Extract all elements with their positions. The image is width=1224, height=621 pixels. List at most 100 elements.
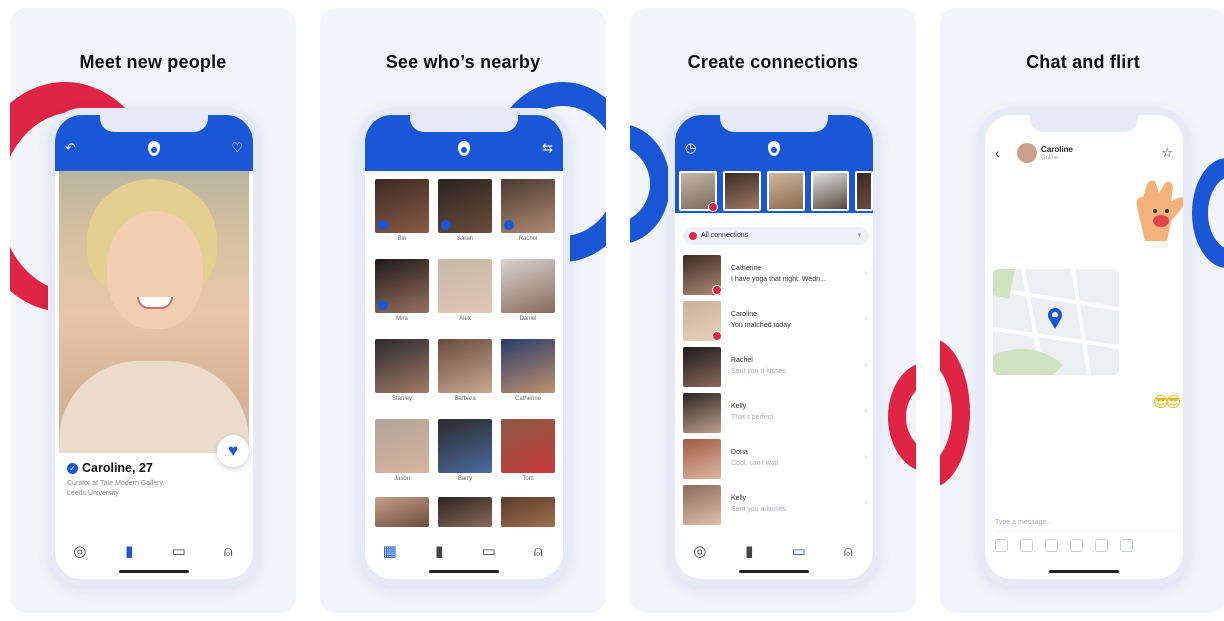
connection-row[interactable]: Dona Cool, can't wait › <box>683 439 873 483</box>
gif-icon[interactable] <box>1045 539 1058 552</box>
connection-row[interactable]: Kelly Sent you a kisses › <box>683 485 873 529</box>
nav-discover-icon[interactable]: ◎ <box>687 541 713 563</box>
chevron-right-icon: › <box>864 452 867 461</box>
connection-name: Catherine <box>731 265 762 272</box>
nearby-item[interactable]: Rachel <box>501 179 555 244</box>
nearby-item[interactable]: Barry <box>438 419 492 484</box>
chevron-right-icon: › <box>864 498 867 507</box>
location-icon[interactable] <box>1095 539 1108 552</box>
nearby-name: Bin <box>397 236 407 242</box>
gift-icon[interactable] <box>1070 539 1083 552</box>
nearby-photo <box>438 419 492 473</box>
like-button[interactable]: ♥ <box>217 435 249 467</box>
online-badge-icon <box>441 220 451 230</box>
nav-nearby-icon[interactable]: ▦ <box>377 541 403 563</box>
nearby-item[interactable]: Barbara <box>438 339 492 404</box>
panel-title: Create connections <box>687 52 859 72</box>
nearby-item[interactable] <box>501 497 555 527</box>
nearby-photo <box>375 259 429 313</box>
connections-filter[interactable]: All connections ▾ <box>683 227 869 245</box>
location-map[interactable] <box>993 269 1119 375</box>
history-icon[interactable]: ◷ <box>685 141 696 155</box>
logo-drop-icon <box>768 141 780 156</box>
story-badge-icon <box>708 202 718 212</box>
nearby-item[interactable]: Sarah <box>438 179 492 244</box>
story-avatar[interactable] <box>723 171 761 211</box>
panel-chat-and-flirt: Chat and flirt ‹ Caroline Online ☆ 😎😎 Ty… <box>940 8 1224 613</box>
input-divider <box>995 531 1181 532</box>
nearby-item[interactable]: Catherine <box>501 339 555 404</box>
nearby-name: Rachel <box>518 236 538 242</box>
chevron-left-icon[interactable]: ‹ <box>995 145 1000 161</box>
nav-discover-icon[interactable]: ◎ <box>67 541 93 563</box>
nearby-photo <box>501 339 555 393</box>
nearby-name: Jason <box>393 476 410 482</box>
connection-badge-icon <box>712 285 722 295</box>
heart-icon: ♥ <box>227 441 239 460</box>
sticker-hand-icon <box>1136 180 1183 241</box>
chevron-right-icon: › <box>864 314 867 323</box>
connection-row[interactable]: Caroline You matched today › <box>683 301 873 345</box>
nearby-item[interactable]: Stanley <box>375 339 429 404</box>
nearby-item[interactable]: Mira <box>375 259 429 324</box>
nav-profile-icon[interactable]: ⍝ <box>525 541 551 563</box>
panel-title: See who’s nearby <box>385 52 541 72</box>
message-input[interactable]: Type a message... <box>995 519 1052 526</box>
panel-create-connections: Create connections ◷ All connections ▾ C… <box>630 8 916 613</box>
nearby-photo <box>501 419 555 473</box>
nav-chat-icon[interactable]: ▭ <box>786 541 812 563</box>
phone-frame: ◷ All connections ▾ Catherine I have yog… <box>668 108 880 586</box>
nearby-photo <box>438 179 492 233</box>
nearby-name: Stanley <box>391 396 412 402</box>
nearby-item[interactable]: Bin <box>375 179 429 244</box>
nav-profile-icon[interactable]: ⍝ <box>215 541 241 563</box>
favorites-icon[interactable]: ♡ <box>231 141 243 155</box>
input-toolbar <box>995 539 1133 552</box>
filter-dot-icon <box>689 232 697 240</box>
back-icon[interactable]: ↶ <box>65 141 76 155</box>
filter-icon[interactable]: ⇆ <box>542 141 553 155</box>
chevron-right-icon: › <box>864 406 867 415</box>
nav-profile-icon[interactable]: ⍝ <box>835 541 861 563</box>
phone-notch <box>100 115 208 132</box>
avatar[interactable] <box>1017 143 1037 163</box>
camera-icon[interactable] <box>1020 539 1033 552</box>
nav-encounters-icon[interactable]: ▮ <box>116 541 142 563</box>
connection-row[interactable]: Rachel Sent you a kisses › <box>683 347 873 391</box>
profile-card[interactable]: ✓ Caroline, 27 Curator at Tate Modern Gal… <box>59 453 249 517</box>
panel-title: Chat and flirt <box>1026 52 1140 72</box>
nearby-item[interactable] <box>375 497 429 527</box>
story-avatar[interactable] <box>767 171 805 211</box>
phone-notch <box>720 115 828 132</box>
nearby-item[interactable]: Daniel <box>501 259 555 324</box>
panel-title: Meet new people <box>79 52 227 72</box>
nearby-item[interactable]: Tom <box>501 419 555 484</box>
online-badge-icon <box>378 220 388 230</box>
story-avatar[interactable] <box>811 171 849 211</box>
nav-encounters-icon[interactable]: ▮ <box>736 541 762 563</box>
star-icon[interactable]: ☆ <box>1161 145 1173 161</box>
photo-face <box>107 211 203 329</box>
home-indicator <box>739 570 809 573</box>
nearby-name: Sarah <box>456 236 473 242</box>
phone-notch <box>410 115 518 132</box>
nav-chat-icon[interactable]: ▭ <box>166 541 192 563</box>
story-avatar[interactable] <box>855 171 873 211</box>
profile-photo[interactable] <box>59 171 249 453</box>
connection-row[interactable]: Catherine I have yoga that night. Wedn..… <box>683 255 873 299</box>
text-format-icon[interactable] <box>995 539 1008 552</box>
nearby-item[interactable] <box>438 497 492 527</box>
nearby-item[interactable]: Alex <box>438 259 492 324</box>
connection-message: Sent you a kisses <box>731 506 786 513</box>
connection-avatar <box>683 439 721 479</box>
connection-row[interactable]: Kelly That's perfect › <box>683 393 873 437</box>
nearby-item[interactable]: Jason <box>375 419 429 484</box>
nav-encounters-icon[interactable]: ▮ <box>426 541 452 563</box>
stories-strip <box>675 171 873 213</box>
logo-drop-icon <box>148 141 160 156</box>
emoji-icon[interactable] <box>1120 539 1133 552</box>
story-avatar[interactable] <box>679 171 718 212</box>
panel-meet-new-people: Meet new people ↶ ♡ ♥ ✓ Caroline, 27 Cura… <box>10 8 296 613</box>
nav-chat-icon[interactable]: ▭ <box>476 541 502 563</box>
connection-name: Caroline <box>731 311 758 318</box>
